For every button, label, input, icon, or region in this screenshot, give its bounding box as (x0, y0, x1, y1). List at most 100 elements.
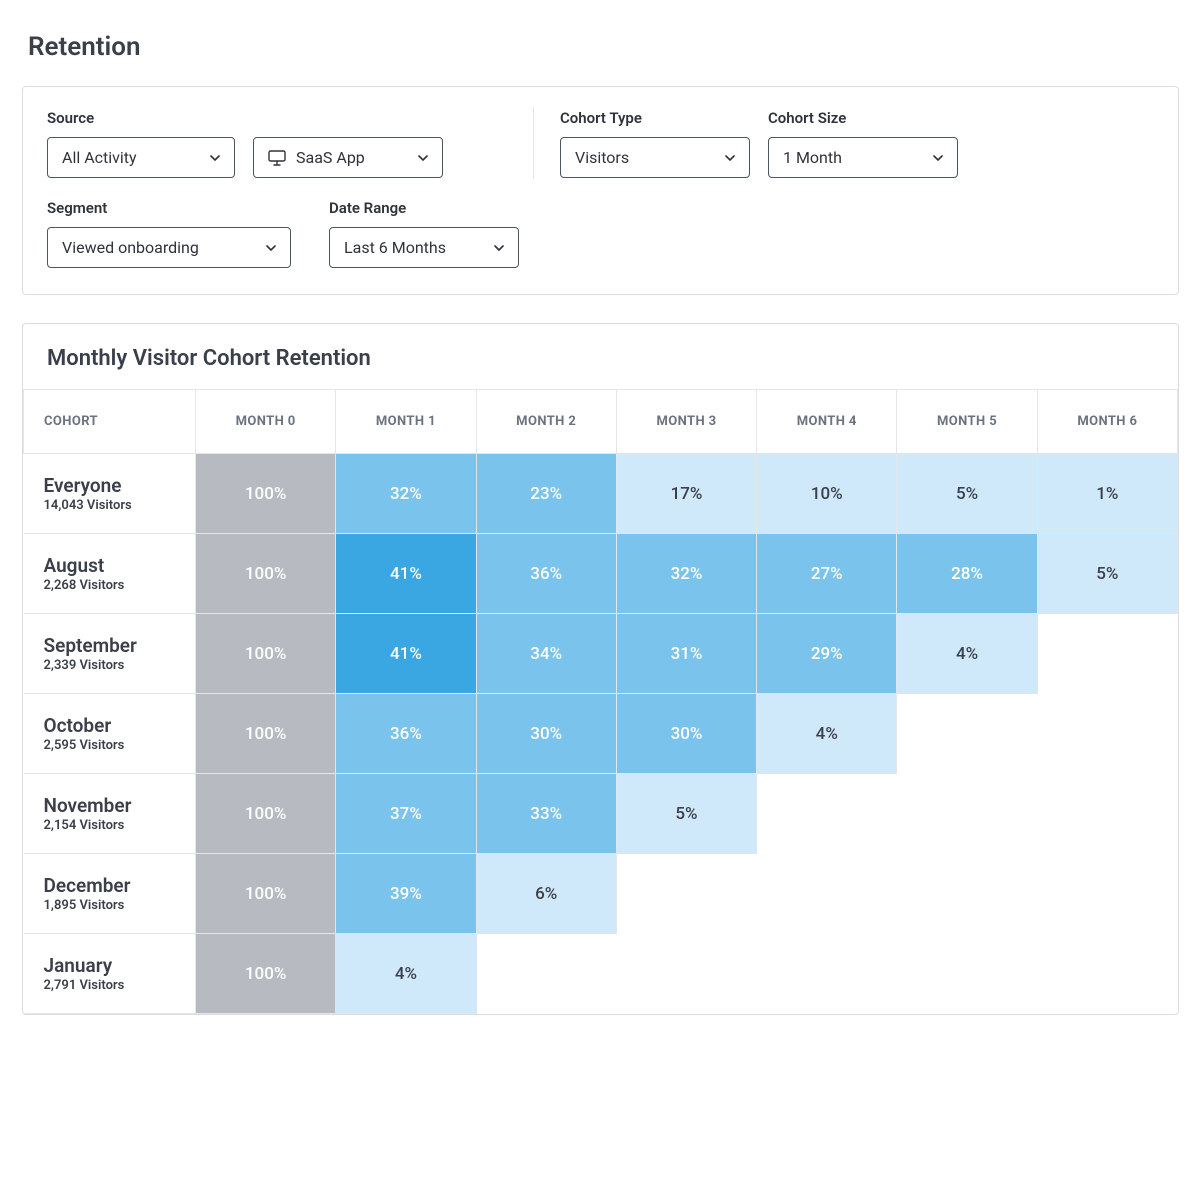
empty-cell (897, 774, 1037, 854)
table-header-row: COHORT MONTH 0 MONTH 1 MONTH 2 MONTH 3 M… (24, 390, 1178, 454)
cohort-type-dropdown[interactable]: Visitors (560, 137, 750, 178)
cohort-table: COHORT MONTH 0 MONTH 1 MONTH 2 MONTH 3 M… (23, 389, 1178, 1014)
retention-cell: 17% (616, 454, 756, 534)
filter-label-source: Source (47, 109, 507, 127)
header-month: MONTH 4 (757, 390, 897, 454)
cohort-label-cell: December1,895 Visitors (24, 854, 196, 934)
source-app-dropdown[interactable]: SaaS App (253, 137, 443, 178)
retention-cell: 4% (757, 694, 897, 774)
retention-cell: 23% (476, 454, 616, 534)
filter-label-cohort-size: Cohort Size (768, 109, 958, 127)
cohort-name: October (44, 714, 180, 738)
header-month: MONTH 6 (1037, 390, 1177, 454)
header-month: MONTH 3 (616, 390, 756, 454)
header-month: MONTH 0 (196, 390, 336, 454)
table-row: November2,154 Visitors100%37%33%5% (24, 774, 1178, 854)
cohort-label-cell: November2,154 Visitors (24, 774, 196, 854)
page-title: Retention (28, 32, 1179, 62)
retention-cell: 100% (196, 534, 336, 614)
filter-segment: Segment Viewed onboarding (47, 199, 291, 268)
empty-cell (897, 854, 1037, 934)
filter-source: Source All Activity SaaS App (47, 109, 507, 179)
retention-chart-panel: Monthly Visitor Cohort Retention COHORT … (22, 323, 1179, 1015)
retention-cell: 29% (757, 614, 897, 694)
empty-cell (897, 934, 1037, 1014)
filter-label-date-range: Date Range (329, 199, 519, 217)
cohort-size-value: 1 Month (783, 148, 842, 167)
date-range-dropdown[interactable]: Last 6 Months (329, 227, 519, 268)
filter-cohort-type: Cohort Type Visitors (560, 109, 750, 179)
retention-cell: 4% (897, 614, 1037, 694)
table-row: October2,595 Visitors100%36%30%30%4% (24, 694, 1178, 774)
chevron-down-icon (210, 155, 220, 161)
cohort-size: 2,791 Visitors (44, 978, 180, 993)
empty-cell (616, 934, 756, 1014)
retention-cell: 27% (757, 534, 897, 614)
retention-cell: 31% (616, 614, 756, 694)
chart-title: Monthly Visitor Cohort Retention (23, 324, 1178, 389)
retention-cell: 4% (336, 934, 476, 1014)
empty-cell (757, 854, 897, 934)
empty-cell (757, 934, 897, 1014)
chevron-down-icon (933, 155, 943, 161)
filter-date-range: Date Range Last 6 Months (329, 199, 519, 268)
filter-cohort-size: Cohort Size 1 Month (768, 109, 958, 179)
cohort-label-cell: January2,791 Visitors (24, 934, 196, 1014)
cohort-size-dropdown[interactable]: 1 Month (768, 137, 958, 178)
source-app-value: SaaS App (296, 148, 365, 167)
table-row: January2,791 Visitors100%4% (24, 934, 1178, 1014)
header-month: MONTH 2 (476, 390, 616, 454)
filters-panel: Source All Activity SaaS App (22, 86, 1179, 295)
retention-cell: 1% (1037, 454, 1177, 534)
retention-cell: 32% (616, 534, 756, 614)
chevron-down-icon (725, 155, 735, 161)
empty-cell (1037, 694, 1177, 774)
table-row: Everyone14,043 Visitors100%32%23%17%10%5… (24, 454, 1178, 534)
empty-cell (1037, 854, 1177, 934)
empty-cell (1037, 774, 1177, 854)
cohort-label-cell: October2,595 Visitors (24, 694, 196, 774)
source-activity-value: All Activity (62, 148, 137, 167)
empty-cell (757, 774, 897, 854)
cohort-size: 2,268 Visitors (44, 578, 180, 593)
retention-cell: 41% (336, 614, 476, 694)
filter-label-segment: Segment (47, 199, 291, 217)
filter-divider (533, 107, 534, 179)
cohort-name: August (44, 554, 180, 578)
chevron-down-icon (266, 245, 276, 251)
retention-cell: 37% (336, 774, 476, 854)
cohort-label-cell: August2,268 Visitors (24, 534, 196, 614)
cohort-name: January (44, 954, 180, 978)
header-month: MONTH 5 (897, 390, 1037, 454)
cohort-name: November (44, 794, 180, 818)
retention-cell: 5% (616, 774, 756, 854)
cohort-label-cell: September2,339 Visitors (24, 614, 196, 694)
empty-cell (1037, 934, 1177, 1014)
table-row: August2,268 Visitors100%41%36%32%27%28%5… (24, 534, 1178, 614)
retention-cell: 5% (1037, 534, 1177, 614)
retention-cell: 33% (476, 774, 616, 854)
table-row: September2,339 Visitors100%41%34%31%29%4… (24, 614, 1178, 694)
empty-cell (476, 934, 616, 1014)
retention-cell: 34% (476, 614, 616, 694)
table-row: December1,895 Visitors100%39%6% (24, 854, 1178, 934)
cohort-size: 1,895 Visitors (44, 898, 180, 913)
retention-cell: 41% (336, 534, 476, 614)
empty-cell (616, 854, 756, 934)
cohort-name: September (44, 634, 180, 658)
retention-cell: 100% (196, 614, 336, 694)
cohort-label-cell: Everyone14,043 Visitors (24, 454, 196, 534)
header-month: MONTH 1 (336, 390, 476, 454)
header-cohort: COHORT (24, 390, 196, 454)
segment-dropdown[interactable]: Viewed onboarding (47, 227, 291, 268)
retention-cell: 6% (476, 854, 616, 934)
source-activity-dropdown[interactable]: All Activity (47, 137, 235, 178)
cohort-name: December (44, 874, 180, 898)
date-range-value: Last 6 Months (344, 238, 446, 257)
retention-cell: 5% (897, 454, 1037, 534)
retention-cell: 100% (196, 454, 336, 534)
retention-cell: 36% (476, 534, 616, 614)
cohort-size: 2,595 Visitors (44, 738, 180, 753)
cohort-type-value: Visitors (575, 148, 629, 167)
cohort-name: Everyone (44, 474, 180, 498)
